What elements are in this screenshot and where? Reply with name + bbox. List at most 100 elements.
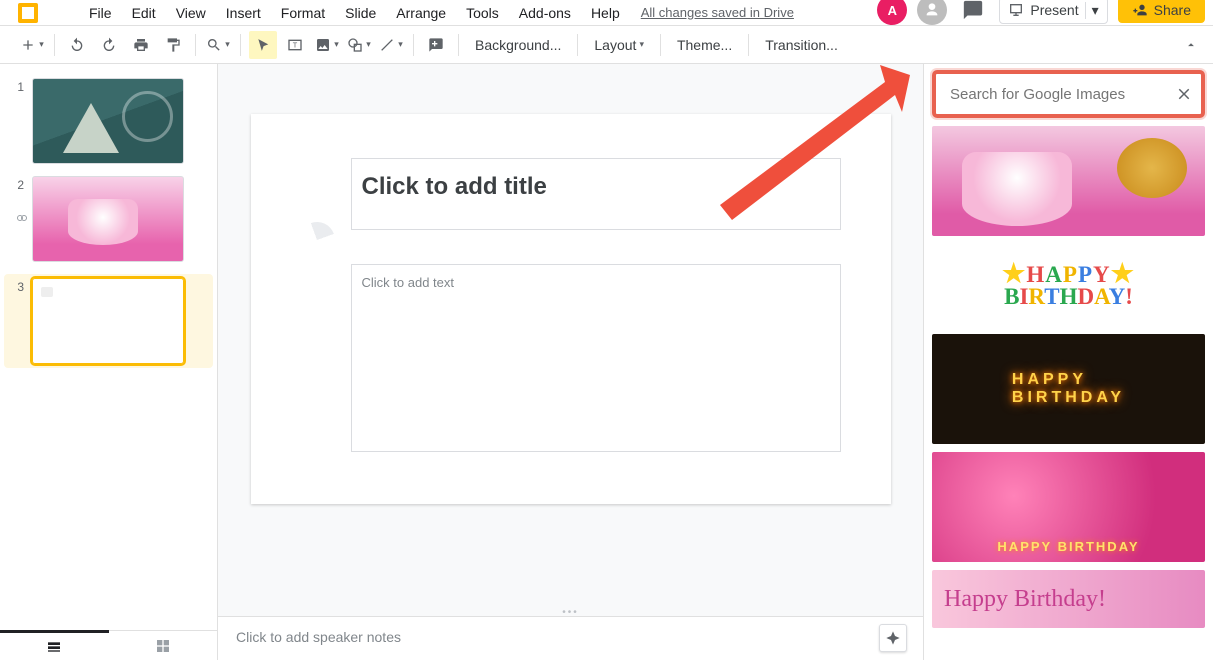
separator	[413, 34, 414, 56]
paint-roller-icon	[165, 37, 181, 53]
background-button[interactable]: Background...	[467, 31, 569, 59]
image-search-panel: ★HAPPY★ BIRTHDAY! Happy Birthday!	[923, 64, 1213, 660]
clear-search-button[interactable]	[1175, 85, 1193, 103]
menu-slide[interactable]: Slide	[336, 1, 385, 25]
menu-arrange[interactable]: Arrange	[387, 1, 455, 25]
slide-thumbnail[interactable]	[32, 176, 184, 262]
image-search-box[interactable]	[932, 70, 1205, 118]
shape-button[interactable]: ▾	[345, 31, 373, 59]
print-button[interactable]	[127, 31, 155, 59]
chevron-down-icon: ▾	[366, 39, 371, 50]
collapse-toolbar-button[interactable]	[1177, 31, 1205, 59]
separator	[195, 34, 196, 56]
undo-button[interactable]	[63, 31, 91, 59]
print-icon	[133, 37, 149, 53]
menu-tools[interactable]: Tools	[457, 1, 508, 25]
separator	[54, 34, 55, 56]
slide-thumb-2[interactable]: 2	[10, 176, 207, 262]
comment-add-icon	[428, 37, 444, 53]
menu-file[interactable]: File	[80, 1, 121, 25]
slide-thumbnail[interactable]	[32, 278, 184, 364]
image-result[interactable]: ★HAPPY★ BIRTHDAY!	[932, 244, 1205, 326]
chevron-down-icon: ▾	[639, 39, 644, 50]
image-search-input[interactable]	[950, 86, 1175, 103]
slide-number: 1	[10, 78, 24, 164]
menu-format[interactable]: Format	[272, 1, 334, 25]
chevron-down-icon: ▾	[334, 39, 339, 50]
menu-view[interactable]: View	[167, 1, 215, 25]
insert-comment-button[interactable]	[422, 31, 450, 59]
slide-thumbnail[interactable]	[32, 78, 184, 164]
textbox-button[interactable]: T	[281, 31, 309, 59]
separator	[577, 34, 578, 56]
paint-format-button[interactable]	[159, 31, 187, 59]
slide-body-placeholder[interactable]: Click to add text	[351, 264, 841, 452]
present-button[interactable]: Present ▾	[999, 0, 1107, 24]
transition-icon	[16, 212, 28, 224]
notes-resize-handle[interactable]: •••	[218, 608, 923, 616]
slide-thumb-3[interactable]: 3	[4, 274, 213, 368]
layout-button[interactable]: Layout▾	[586, 31, 652, 59]
svg-text:T: T	[293, 40, 298, 49]
share-button[interactable]: Share	[1118, 0, 1205, 23]
slide-number: 3	[10, 278, 24, 364]
menu-insert[interactable]: Insert	[217, 1, 270, 25]
present-icon	[1008, 2, 1024, 18]
slides-logo-icon[interactable]	[18, 3, 38, 23]
select-tool[interactable]	[249, 31, 277, 59]
image-result[interactable]	[932, 452, 1205, 562]
menu-addons[interactable]: Add-ons	[510, 1, 580, 25]
menu-help[interactable]: Help	[582, 1, 629, 25]
anon-avatar[interactable]	[917, 0, 947, 25]
active-slide[interactable]: Click to add title Click to add text	[251, 114, 891, 504]
drive-save-status[interactable]: All changes saved in Drive	[641, 5, 794, 20]
image-result[interactable]	[932, 126, 1205, 236]
image-result[interactable]: Happy Birthday!	[932, 570, 1205, 628]
layout-label: Layout	[594, 37, 636, 53]
explore-button[interactable]	[879, 624, 907, 652]
line-button[interactable]: ▾	[377, 31, 405, 59]
grid-view-button[interactable]	[109, 631, 218, 660]
speaker-notes[interactable]: Click to add speaker notes	[218, 616, 923, 660]
speaker-notes-placeholder: Click to add speaker notes	[236, 629, 401, 645]
redo-button[interactable]	[95, 31, 123, 59]
slide-title-placeholder[interactable]: Click to add title	[351, 158, 841, 230]
filmstrip-view-icon	[46, 639, 62, 655]
separator	[458, 34, 459, 56]
insert-image-button[interactable]: ▾	[313, 31, 341, 59]
explore-icon	[885, 630, 901, 646]
image-result[interactable]	[932, 334, 1205, 444]
separator	[660, 34, 661, 56]
slide-decoration-icon	[293, 217, 339, 263]
line-icon	[379, 37, 395, 53]
chevron-down-icon: ▾	[398, 39, 403, 50]
separator	[748, 34, 749, 56]
filmstrip-view-button[interactable]	[0, 630, 109, 660]
image-icon	[315, 37, 331, 53]
user-avatar[interactable]: A	[877, 0, 907, 25]
present-dropdown[interactable]: ▾	[1085, 2, 1099, 19]
grid-view-icon	[155, 638, 171, 654]
comments-button[interactable]	[957, 0, 989, 26]
view-switcher	[0, 630, 217, 660]
menu-bar: File Edit View Insert Format Slide Arran…	[0, 0, 1213, 26]
textbox-icon: T	[287, 37, 303, 53]
chevron-down-icon: ▾	[39, 39, 44, 50]
shape-icon	[347, 37, 363, 53]
workspace: 1 2 3 Click to add	[0, 64, 1213, 660]
transition-button[interactable]: Transition...	[757, 31, 846, 59]
comment-icon	[962, 0, 984, 21]
toolbar: ▾ ▾ T ▾ ▾ ▾ Background... Layout▾ Theme.…	[0, 26, 1213, 64]
chevron-up-icon	[1184, 38, 1198, 52]
cursor-icon	[256, 38, 270, 52]
slide-canvas-scroll[interactable]: Click to add title Click to add text	[218, 64, 923, 608]
zoom-button[interactable]: ▾	[204, 31, 232, 59]
chevron-down-icon: ▾	[225, 39, 230, 50]
slide-thumb-1[interactable]: 1	[10, 78, 207, 164]
theme-button[interactable]: Theme...	[669, 31, 740, 59]
person-icon	[924, 2, 940, 18]
plus-icon	[20, 37, 36, 53]
share-label: Share	[1154, 2, 1191, 18]
new-slide-button[interactable]: ▾	[18, 31, 46, 59]
menu-edit[interactable]: Edit	[123, 1, 165, 25]
